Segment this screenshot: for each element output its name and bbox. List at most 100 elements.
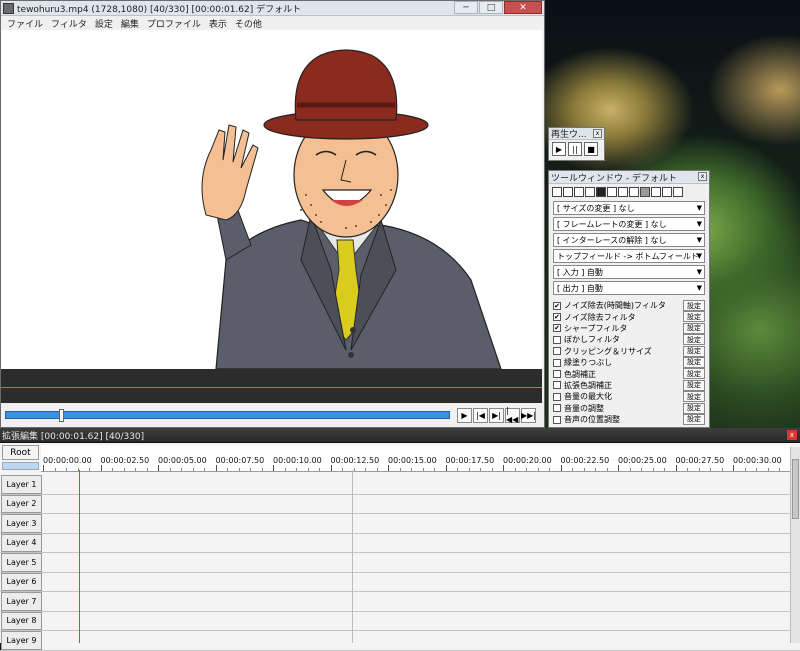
layer-track[interactable] bbox=[42, 572, 800, 591]
resize-icon[interactable] bbox=[552, 187, 562, 197]
menu-settings[interactable]: 設定 bbox=[91, 17, 117, 30]
filter-checkbox[interactable]: ✔ bbox=[553, 324, 561, 333]
filter-settings-button[interactable]: 設定 bbox=[683, 334, 705, 346]
root-button[interactable]: Root bbox=[2, 445, 39, 460]
layer-label[interactable]: Layer 7 bbox=[1, 592, 42, 611]
preview-status-strip bbox=[1, 369, 542, 403]
layer-label[interactable]: Layer 4 bbox=[1, 533, 42, 552]
prev-frame-icon[interactable]: |◀ bbox=[473, 407, 488, 423]
timeline-scrollbar[interactable] bbox=[790, 447, 800, 643]
marker-icon[interactable] bbox=[662, 187, 672, 197]
tool-titlebar[interactable]: ツールウィンドウ - デフォルト x bbox=[549, 171, 709, 184]
layer-track[interactable] bbox=[42, 475, 800, 494]
next-frame-icon[interactable]: ▶| bbox=[489, 407, 504, 423]
layer-label[interactable]: Layer 9 bbox=[1, 631, 42, 650]
layer-row: Layer 3 bbox=[0, 514, 800, 534]
black-icon[interactable] bbox=[596, 187, 606, 197]
lines2-icon[interactable] bbox=[629, 187, 639, 197]
filter-settings-button[interactable]: 設定 bbox=[683, 413, 705, 425]
filter-settings-button[interactable]: 設定 bbox=[683, 379, 705, 391]
layer-track[interactable] bbox=[42, 514, 800, 533]
menu-file[interactable]: ファイル bbox=[3, 17, 47, 30]
filter-checkbox[interactable] bbox=[553, 335, 561, 344]
resize-select[interactable]: [ サイズの変更 ] なし ▼ bbox=[553, 201, 705, 215]
menu-filter[interactable]: フィルタ bbox=[47, 17, 91, 30]
scrollbar-thumb[interactable] bbox=[792, 459, 799, 519]
layer-track[interactable] bbox=[42, 553, 800, 572]
maximize-button[interactable]: □ bbox=[479, 1, 503, 14]
filter-settings-button[interactable]: 設定 bbox=[683, 356, 705, 368]
play-icon[interactable]: ▶ bbox=[457, 407, 472, 423]
framerate-select[interactable]: [ フレームレートの変更 ] なし ▼ bbox=[553, 217, 705, 231]
layer-track[interactable] bbox=[42, 533, 800, 552]
filter-checkbox[interactable]: ✔ bbox=[553, 301, 561, 310]
video-preview[interactable] bbox=[1, 30, 542, 369]
play-icon[interactable]: ▶ bbox=[552, 142, 566, 156]
filter-settings-button[interactable]: 設定 bbox=[683, 391, 705, 403]
menu-view[interactable]: 表示 bbox=[205, 17, 231, 30]
menu-profile[interactable]: プロファイル bbox=[143, 17, 205, 30]
field-order-select[interactable]: トップフィールド -> ボトムフィールド ▼ bbox=[553, 249, 705, 263]
pause-icon[interactable]: || bbox=[568, 142, 582, 156]
filter-checkbox[interactable] bbox=[553, 370, 561, 379]
layer-track[interactable] bbox=[42, 592, 800, 611]
filter-settings-button[interactable]: 設定 bbox=[683, 322, 705, 334]
layer-track[interactable] bbox=[42, 611, 800, 630]
playhead-cursor[interactable] bbox=[79, 470, 80, 643]
close-icon[interactable]: x bbox=[593, 129, 602, 138]
auto-icon[interactable] bbox=[651, 187, 661, 197]
tick-mark bbox=[123, 468, 125, 471]
root-scale-slider[interactable] bbox=[2, 462, 39, 470]
minimize-button[interactable]: ─ bbox=[454, 1, 478, 14]
menu-edit[interactable]: 編集 bbox=[117, 17, 143, 30]
stop-icon[interactable]: ■ bbox=[584, 142, 598, 156]
filter-settings-button[interactable]: 設定 bbox=[683, 345, 705, 357]
input-select[interactable]: [ 入力 ] 自動 ▼ bbox=[553, 265, 705, 279]
filter-checkbox[interactable] bbox=[553, 415, 561, 424]
last-frame-icon[interactable]: ▶▶| bbox=[521, 407, 536, 423]
filter-settings-button[interactable]: 設定 bbox=[683, 300, 705, 311]
tick-mark bbox=[307, 468, 309, 471]
layer-label[interactable]: Layer 3 bbox=[1, 514, 42, 533]
close-button[interactable]: ✕ bbox=[504, 1, 542, 14]
filter-checkbox[interactable]: ✔ bbox=[553, 313, 561, 322]
seek-thumb[interactable] bbox=[59, 409, 65, 422]
rotate-icon[interactable] bbox=[574, 187, 584, 197]
filter-checkbox[interactable] bbox=[553, 381, 561, 390]
layer-label[interactable]: Layer 2 bbox=[1, 494, 42, 513]
layer-track[interactable] bbox=[42, 631, 800, 650]
filter-settings-button[interactable]: 設定 bbox=[683, 311, 705, 323]
lines-icon[interactable] bbox=[618, 187, 628, 197]
layer-label[interactable]: Layer 6 bbox=[1, 572, 42, 591]
crop-icon[interactable] bbox=[563, 187, 573, 197]
filter-checkbox[interactable] bbox=[553, 347, 561, 356]
tick-mark bbox=[434, 468, 435, 471]
layer-label[interactable]: Layer 8 bbox=[1, 611, 42, 630]
layer-label[interactable]: Layer 5 bbox=[1, 553, 42, 572]
playback-titlebar[interactable]: 再生ウ... x bbox=[549, 128, 604, 140]
time-ruler[interactable]: 00:00:00.00 00:00:02.50 00:00:05.00 00:00:0… bbox=[41, 445, 790, 472]
filter-row: ✔ ノイズ除去(時間軸)フィルタ 設定 bbox=[549, 300, 709, 311]
layer-track[interactable] bbox=[42, 494, 800, 513]
deinterlace-select[interactable]: [ インターレースの解除 ] なし ▼ bbox=[553, 233, 705, 247]
layer-label[interactable]: Layer 1 bbox=[1, 475, 42, 494]
filter-settings-button[interactable]: 設定 bbox=[683, 402, 705, 414]
filter-checkbox[interactable] bbox=[553, 392, 561, 401]
delete-icon[interactable] bbox=[673, 187, 683, 197]
main-titlebar[interactable]: tewohuru3.mp4 (1728,1080) [40/330] [00:0… bbox=[1, 1, 544, 16]
filter-checkbox[interactable] bbox=[553, 358, 561, 367]
close-icon[interactable]: x bbox=[698, 172, 707, 181]
close-icon[interactable]: x bbox=[787, 430, 797, 440]
fill-icon[interactable] bbox=[640, 187, 650, 197]
seek-bar[interactable] bbox=[5, 409, 450, 422]
filter-checkbox[interactable] bbox=[553, 404, 561, 413]
tick-mark bbox=[411, 468, 412, 471]
first-frame-icon[interactable]: |◀◀ bbox=[505, 406, 520, 424]
filter-settings-button[interactable]: 設定 bbox=[683, 368, 705, 380]
tick-mark bbox=[698, 468, 700, 471]
flip-icon[interactable] bbox=[585, 187, 595, 197]
menu-other[interactable]: その他 bbox=[231, 17, 266, 30]
gray-icon[interactable] bbox=[607, 187, 617, 197]
output-select[interactable]: [ 出力 ] 自動 ▼ bbox=[553, 281, 705, 295]
timeline-titlebar[interactable]: 拡張編集 [00:00:01.62] [40/330] x bbox=[0, 428, 800, 443]
